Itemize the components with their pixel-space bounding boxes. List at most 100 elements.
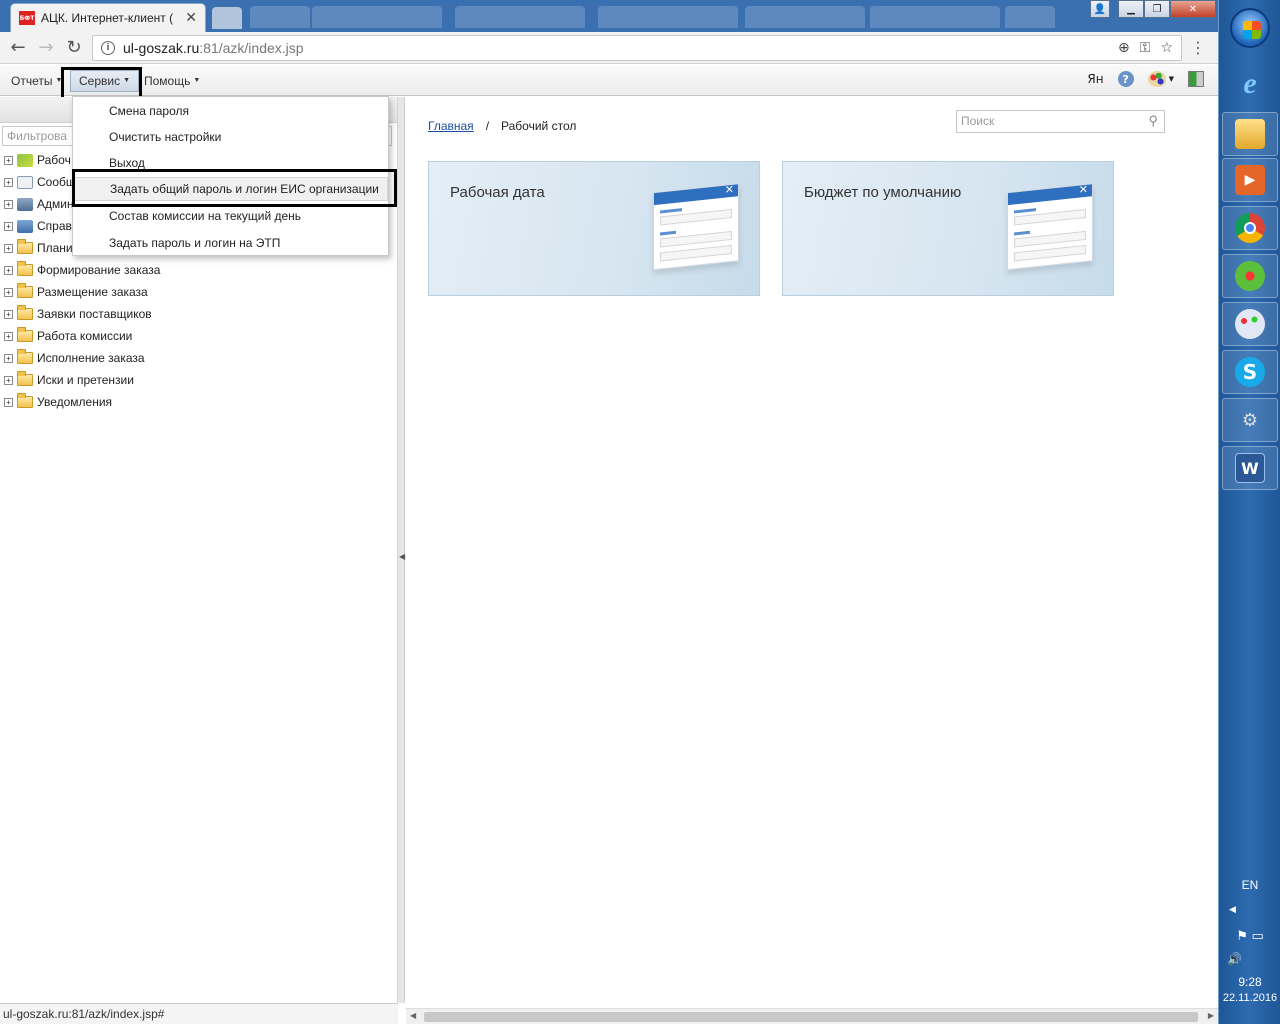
back-arrow-icon[interactable]: ← xyxy=(4,34,32,62)
tree-item[interactable]: + Формирование заказа xyxy=(4,259,160,281)
language-indicator[interactable]: EN xyxy=(1219,878,1280,892)
new-tab-button[interactable] xyxy=(212,7,242,29)
bookmark-star-icon[interactable]: ☆ xyxy=(1160,40,1173,56)
windows-taskbar: e ▶ S ⚙ W EN ◀ ⚑ ▭ 🔊 9:28 22.11.2016 xyxy=(1218,0,1280,1024)
tree-item-label: Формирование заказа xyxy=(37,263,161,277)
start-button[interactable] xyxy=(1230,8,1270,48)
menu-item-change-password[interactable]: Смена пароля xyxy=(73,99,388,123)
folder-icon xyxy=(17,371,33,386)
tree-item[interactable]: + Размещение заказа xyxy=(4,281,160,303)
tree-item[interactable]: + Уведомления xyxy=(4,391,160,413)
tray-expand-icon[interactable]: ◀ xyxy=(1229,904,1280,915)
expand-icon[interactable]: + xyxy=(4,265,13,275)
tree-item-label: Размещение заказа xyxy=(37,285,148,299)
background-tab[interactable] xyxy=(455,6,585,28)
tab-title: АЦК. Интернет-клиент ( xyxy=(41,11,174,25)
scroll-right-icon[interactable]: ▶ xyxy=(1208,1011,1214,1020)
tree-item[interactable]: + Исполнение заказа xyxy=(4,347,160,369)
paint-icon[interactable] xyxy=(1222,302,1278,346)
media-player-icon[interactable]: ▶ xyxy=(1222,158,1278,202)
collapse-arrow-icon[interactable]: ◀ xyxy=(399,552,405,561)
network-tool-icon[interactable]: ⚙ xyxy=(1222,398,1278,442)
menu-dots-icon[interactable]: ⋮ xyxy=(1190,38,1206,57)
word-icon[interactable]: W xyxy=(1222,446,1278,490)
folder-icon xyxy=(17,393,33,408)
expand-icon[interactable]: + xyxy=(4,287,13,297)
expand-icon[interactable]: + xyxy=(4,397,13,407)
tree-item-label: Работа комиссии xyxy=(37,329,133,343)
tree-item-label: Справ xyxy=(37,219,72,233)
background-tab[interactable] xyxy=(598,6,738,28)
background-tab[interactable] xyxy=(745,6,865,28)
browser-tab-active[interactable]: БФТ АЦК. Интернет-клиент ( ✕ xyxy=(10,3,206,32)
forward-arrow-icon[interactable]: → xyxy=(32,34,60,62)
expand-icon[interactable]: + xyxy=(4,309,13,319)
search-input[interactable]: Поиск ⚲ xyxy=(956,110,1165,133)
search-icon[interactable]: ⚲ xyxy=(1148,113,1158,129)
expand-icon[interactable]: + xyxy=(4,375,13,385)
menu-reports-label: Отчеты xyxy=(11,73,53,88)
close-window-button[interactable]: ✕ xyxy=(1170,0,1216,18)
zoom-icon[interactable]: ⊕ xyxy=(1118,40,1130,56)
menu-item-logout[interactable]: Выход xyxy=(73,151,388,175)
reload-icon[interactable]: ↻ xyxy=(60,34,88,62)
scrollbar-thumb[interactable] xyxy=(424,1012,1198,1022)
clock-time[interactable]: 9:28 xyxy=(1219,975,1280,989)
tab-close-icon[interactable]: ✕ xyxy=(185,10,197,26)
card-work-date[interactable]: Рабочая дата ✕ xyxy=(428,161,760,296)
menu-item-commission-today[interactable]: Состав комиссии на текущий день xyxy=(73,204,388,228)
panel-splitter[interactable]: ◀ xyxy=(398,97,405,1003)
chrome-icon[interactable] xyxy=(1222,206,1278,250)
tree-item[interactable]: + Работа комиссии xyxy=(4,325,160,347)
volume-icon[interactable]: 🔊 xyxy=(1227,952,1280,966)
expand-icon[interactable]: + xyxy=(4,243,13,253)
scroll-left-icon[interactable]: ◀ xyxy=(410,1011,416,1020)
restore-button[interactable]: ❐ xyxy=(1144,0,1170,18)
background-tab[interactable] xyxy=(870,6,1000,28)
breadcrumb-separator: / xyxy=(485,119,490,133)
info-icon[interactable]: i xyxy=(101,41,115,55)
expand-icon[interactable]: + xyxy=(4,221,13,231)
menu-reports[interactable]: Отчеты ▼ xyxy=(11,65,62,96)
card-title: Бюджет по умолчанию xyxy=(804,184,962,201)
menu-help-label: Помощь xyxy=(144,73,191,88)
menu-item-set-etp-credentials[interactable]: Задать пароль и логин на ЭТП xyxy=(73,231,388,255)
background-tab[interactable] xyxy=(1005,6,1055,28)
expand-icon[interactable]: + xyxy=(4,199,13,209)
exit-icon[interactable] xyxy=(1188,71,1204,87)
background-tab[interactable] xyxy=(250,6,310,28)
icq-icon[interactable] xyxy=(1222,254,1278,298)
theme-button[interactable]: ▼ xyxy=(1147,71,1174,87)
expand-icon[interactable]: + xyxy=(4,155,13,165)
tree-item[interactable]: + Заявки поставщиков xyxy=(4,303,160,325)
breadcrumb-home-link[interactable]: Главная xyxy=(428,119,474,133)
clock-date[interactable]: 22.11.2016 xyxy=(1219,992,1280,1004)
menu-item-set-eis-credentials[interactable]: Задать общий пароль и логин ЕИС организа… xyxy=(73,177,388,201)
tree-item-label: Иски и претензии xyxy=(37,373,134,387)
skype-icon[interactable]: S xyxy=(1222,350,1278,394)
breadcrumb-current: Рабочий стол xyxy=(501,119,577,133)
user-name[interactable]: Ян xyxy=(1087,72,1103,86)
menu-item-clear-settings[interactable]: Очистить настройки xyxy=(73,125,388,149)
menu-help[interactable]: Помощь ▼ xyxy=(144,65,200,96)
tree-item[interactable]: + Иски и претензии xyxy=(4,369,160,391)
tray-flag-network-icon[interactable]: ⚑ ▭ xyxy=(1219,928,1280,944)
minimize-button[interactable]: ▁ xyxy=(1118,0,1144,18)
expand-icon[interactable]: + xyxy=(4,331,13,341)
chevron-down-icon: ▼ xyxy=(55,77,63,84)
tree-item-label: Админ xyxy=(37,197,74,211)
menu-service-label: Сервис xyxy=(79,73,121,88)
user-profile-icon[interactable]: 👤 xyxy=(1090,0,1110,18)
help-icon[interactable]: ? xyxy=(1117,71,1134,87)
card-default-budget[interactable]: Бюджет по умолчанию ✕ xyxy=(782,161,1114,296)
expand-icon[interactable]: + xyxy=(4,353,13,363)
expand-icon[interactable]: + xyxy=(4,177,13,187)
background-tab[interactable] xyxy=(312,6,442,28)
file-explorer-icon[interactable] xyxy=(1222,112,1278,156)
internet-explorer-icon[interactable]: e xyxy=(1222,62,1278,106)
address-bar[interactable]: i ul-goszak.ru:81/azk/index.jsp ⊕ ⚿ ☆ xyxy=(92,35,1182,61)
key-icon[interactable]: ⚿ xyxy=(1140,40,1151,56)
menu-service[interactable]: Сервис ▼ xyxy=(70,65,140,96)
card-title: Рабочая дата xyxy=(450,184,545,201)
horizontal-scrollbar[interactable]: ◀ ▶ xyxy=(406,1008,1218,1024)
